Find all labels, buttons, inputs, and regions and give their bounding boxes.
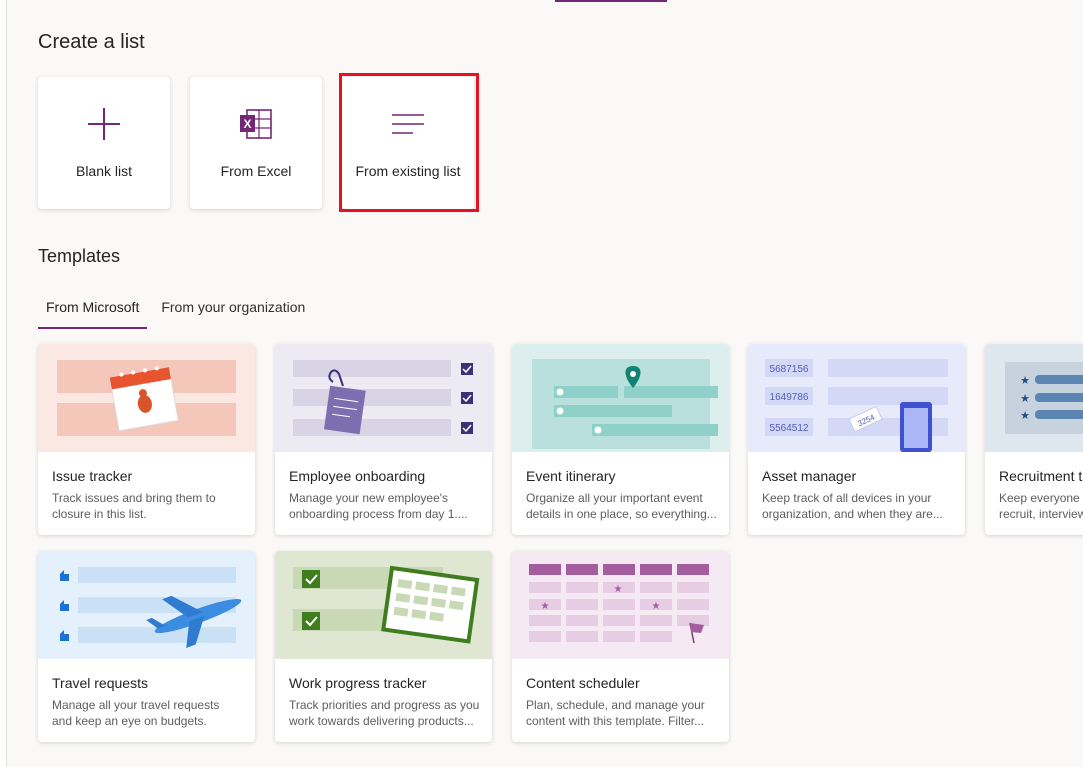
template-name: Content scheduler: [526, 675, 640, 691]
excel-icon: X: [239, 107, 273, 141]
svg-text:★: ★: [1020, 375, 1030, 387]
content-scheduler-illustration: ★ ★ ★: [512, 551, 729, 659]
templates-heading: Templates: [38, 246, 121, 266]
plus-icon: [87, 107, 121, 141]
svg-text:★: ★: [1020, 393, 1030, 405]
event-itinerary-illustration: [512, 344, 729, 452]
template-tabs: From Microsoft From your organization: [38, 292, 319, 329]
template-card-issue-tracker[interactable]: Issue tracker Track issues and bring the…: [38, 344, 255, 535]
tab-from-your-organization[interactable]: From your organization: [153, 292, 313, 329]
create-list-panel: Create a list Blank list X From Excel Fr…: [6, 0, 1083, 767]
svg-text:★: ★: [652, 601, 661, 612]
template-description: Manage your new employee's onboarding pr…: [289, 491, 468, 521]
top-accent-bar: [555, 0, 667, 2]
asset-number-1: 5687156: [770, 364, 809, 375]
template-name: Issue tracker: [52, 468, 133, 484]
work-progress-tracker-illustration: [275, 551, 492, 659]
tab-from-microsoft[interactable]: From Microsoft: [38, 292, 148, 329]
template-name: Work progress tracker: [289, 675, 427, 691]
template-name: Event itinerary: [526, 468, 616, 484]
template-description: Keep everyone informed as you recruit, i…: [999, 491, 1083, 521]
template-name: Employee onboarding: [289, 468, 426, 484]
employee-onboarding-illustration: [275, 344, 492, 452]
from-excel-button[interactable]: X From Excel: [190, 77, 322, 209]
template-card-event-itinerary[interactable]: Event itinerary Organize all your import…: [512, 344, 729, 535]
blank-list-button[interactable]: Blank list: [38, 77, 170, 209]
from-excel-label: From Excel: [220, 163, 292, 179]
template-description: Manage all your travel requests and keep…: [52, 698, 220, 728]
svg-text:★: ★: [1020, 410, 1030, 422]
template-description: Keep track of all devices in your organi…: [762, 491, 943, 521]
template-description: Track priorities and progress as you wor…: [289, 698, 479, 728]
template-description: Track issues and bring them to closure i…: [52, 491, 216, 521]
asset-number-2: 1649786: [770, 392, 809, 403]
asset-number-3: 5564512: [770, 423, 809, 434]
highlight-box: [339, 73, 479, 212]
travel-requests-illustration: [38, 551, 255, 659]
template-name: Asset manager: [762, 468, 857, 484]
create-list-heading: Create a list: [38, 31, 145, 53]
template-name: Recruitment tracker: [999, 468, 1083, 484]
asset-manager-illustration: 5687156 1649786 5564512 3254: [748, 344, 965, 452]
template-card-asset-manager[interactable]: 5687156 1649786 5564512 3254 Asset manag…: [748, 344, 965, 535]
svg-text:★: ★: [541, 601, 550, 612]
template-description: Plan, schedule, and manage your content …: [526, 698, 705, 728]
recruitment-tracker-illustration: ★ ★ ★: [985, 344, 1083, 452]
svg-text:X: X: [243, 117, 251, 131]
svg-text:★: ★: [614, 584, 623, 595]
template-name: Travel requests: [52, 675, 148, 691]
blank-list-label: Blank list: [75, 163, 133, 179]
template-card-recruitment-tracker[interactable]: ★ ★ ★ Recruitment tracker Keep everyone …: [985, 344, 1083, 535]
template-card-travel-requests[interactable]: Travel requests Manage all your travel r…: [38, 551, 255, 742]
template-card-employee-onboarding[interactable]: Employee onboarding Manage your new empl…: [275, 344, 492, 535]
template-description: Organize all your important event detail…: [526, 491, 716, 521]
template-card-content-scheduler[interactable]: ★ ★ ★ Content scheduler Plan, schedule, …: [512, 551, 729, 742]
template-card-work-progress-tracker[interactable]: Work progress tracker Track priorities a…: [275, 551, 492, 742]
issue-tracker-illustration: [38, 344, 255, 452]
